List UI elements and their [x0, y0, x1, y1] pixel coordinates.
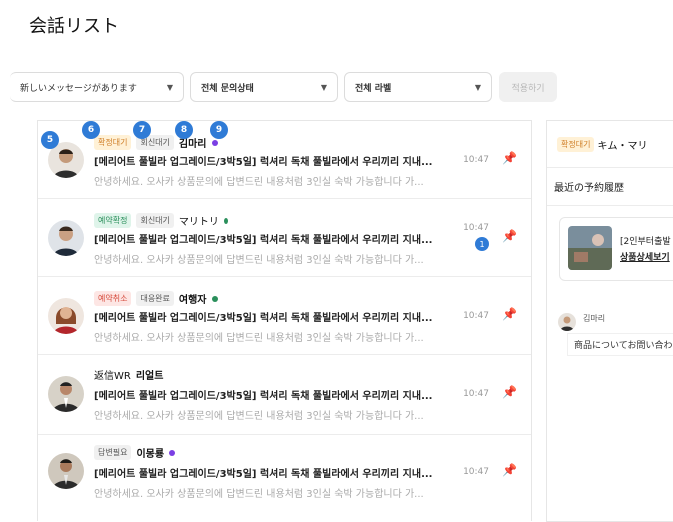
conversation-subject: [메리어트 풀빌라 업그레이드/3박5일] 럭셔리 독채 풀빌라에서 우리끼리 …	[94, 469, 433, 480]
conversation-detail-panel: 확정대기 キム・マリ 最近の予約履歴 [2인부터출발 상품상세보기 김마리 商品…	[546, 120, 673, 522]
conversation-row[interactable]: 확정대기 회신대기 김마리 [메리어트 풀빌라 업그레이드/3박5일] 럭셔리 …	[38, 121, 531, 199]
conversation-subject: [메리어트 풀빌라 업그레이드/3박5일] 럭셔리 독채 풀빌라에서 우리끼리 …	[94, 235, 433, 246]
divider	[547, 167, 673, 168]
unread-count-badge: 1	[475, 237, 489, 251]
avatar	[48, 453, 84, 489]
status-tag: 확정대기	[94, 135, 132, 150]
avatar	[48, 298, 84, 334]
chevron-down-icon: ▼	[474, 82, 481, 92]
message-bubble: 商品についてお問い合わ	[567, 333, 673, 356]
conversation-time: 10:47	[463, 467, 489, 477]
status-tag: 대응완료	[136, 291, 174, 306]
chevron-down-icon: ▼	[320, 82, 327, 92]
annotation-badge: 5	[41, 131, 59, 149]
conversation-subject: [메리어트 풀빌라 업그레이드/3박5일] 럭셔리 독채 풀빌라에서 우리끼리 …	[94, 157, 433, 168]
status-filter-select[interactable]: 전체 문의상태 ▼	[190, 72, 338, 102]
pin-icon[interactable]: 📌	[502, 151, 517, 165]
status-tag: 확정대기	[557, 137, 595, 152]
conversation-row[interactable]: 답변필요 이몽룡 [메리어트 풀빌라 업그레이드/3박5일] 럭셔리 독채 풀빌…	[38, 435, 531, 521]
tag-group: 확정대기 회신대기 김마리	[94, 135, 218, 150]
customer-name: 리얼트	[135, 371, 164, 382]
product-detail-link[interactable]: 상품상세보기	[620, 250, 670, 263]
avatar	[48, 220, 84, 256]
conversation-row[interactable]: 예약취소 대응완료 여행자 [메리어트 풀빌라 업그레이드/3박5일] 럭셔리 …	[38, 277, 531, 355]
detail-customer-name: キム・マリ	[597, 141, 648, 152]
pin-icon[interactable]: 📌	[502, 307, 517, 321]
message-author: 김마리	[583, 314, 606, 323]
annotation-badge: 9	[210, 121, 228, 139]
message-filter-select[interactable]: 新しいメッセージがあります ▼	[10, 72, 184, 102]
avatar	[48, 376, 84, 412]
pin-icon[interactable]: 📌	[502, 229, 517, 243]
conversation-preview: 안녕하세요. 오사카 상품문의에 답변드린 내용처럼 3인실 숙박 가능합니다 …	[94, 489, 424, 500]
annotation-badge: 6	[82, 121, 100, 139]
pin-icon[interactable]: 📌	[502, 463, 517, 477]
chevron-down-icon: ▼	[166, 82, 173, 92]
conversation-row[interactable]: 예약확정 회신대기 マリトリ [메리어트 풀빌라 업그레이드/3박5일] 럭셔리…	[38, 199, 531, 277]
online-dot	[223, 217, 228, 224]
customer-name: マリトリ	[178, 217, 219, 228]
conversation-time: 10:47	[463, 389, 489, 399]
pin-icon[interactable]: 📌	[502, 385, 517, 399]
status-tag: 예약취소	[94, 291, 132, 306]
status-tag: 예약확정	[94, 213, 132, 228]
booking-thumbnail	[568, 226, 612, 270]
conversation-preview: 안녕하세요. 오사카 상품문의에 답변드린 내용처럼 3인실 숙박 가능합니다 …	[94, 333, 424, 344]
annotation-badge: 7	[133, 121, 151, 139]
tag-group: 답변필요 이몽룡	[94, 445, 176, 460]
online-dot	[169, 449, 176, 456]
conversation-time: 10:47	[463, 223, 489, 233]
conversation-subject: [메리어트 풀빌라 업그레이드/3박5일] 럭셔리 독채 풀빌라에서 우리끼리 …	[94, 391, 433, 402]
conversation-list: 확정대기 회신대기 김마리 [메리어트 풀빌라 업그레이드/3박5일] 럭셔리 …	[37, 120, 532, 521]
conversation-preview: 안녕하세요. 오사카 상품문의에 답변드린 내용처럼 3인실 숙박 가능합니다 …	[94, 177, 424, 188]
booking-card[interactable]: [2인부터출발 상품상세보기	[559, 217, 673, 281]
annotation-badge: 8	[175, 121, 193, 139]
conversation-preview: 안녕하세요. 오사카 상품문의에 답변드린 내용처럼 3인실 숙박 가능합니다 …	[94, 411, 424, 422]
tag-group: 返信WR 리얼트	[94, 367, 163, 382]
online-dot	[211, 295, 218, 302]
label-filter-value: 전체 라벨	[355, 83, 392, 94]
message-filter-value: 新しいメッセージがあります	[20, 83, 137, 94]
tag-group: 예약확정 회신대기 マリトリ	[94, 213, 228, 228]
conversation-subject: [메리어트 풀빌라 업그레이드/3박5일] 럭셔리 독채 풀빌라에서 우리끼리 …	[94, 313, 433, 324]
conversation-time: 10:47	[463, 311, 489, 321]
detail-header: 확정대기 キム・マリ	[557, 137, 647, 152]
avatar	[558, 313, 576, 331]
divider	[547, 205, 673, 206]
customer-name: 여행자	[178, 295, 207, 306]
recent-bookings-title: 最近の予約履歴	[554, 183, 624, 194]
conversation-time: 10:47	[463, 155, 489, 165]
status-tag: 返信WR	[94, 371, 131, 382]
booking-title: [2인부터출발	[620, 237, 671, 247]
tag-group: 예약취소 대응완료 여행자	[94, 291, 218, 306]
status-tag: 회신대기	[136, 213, 174, 228]
customer-name: 이몽룡	[136, 449, 165, 460]
conversation-preview: 안녕하세요. 오사카 상품문의에 답변드린 내용처럼 3인실 숙박 가능합니다 …	[94, 255, 424, 266]
online-dot	[211, 139, 218, 146]
label-filter-select[interactable]: 전체 라벨 ▼	[344, 72, 492, 102]
status-tag: 답변필요	[94, 445, 132, 460]
status-filter-value: 전체 문의상태	[201, 83, 254, 94]
page-title: 会話リスト	[29, 16, 119, 37]
apply-button[interactable]: 적용하기	[499, 72, 557, 102]
conversation-row[interactable]: 返信WR 리얼트 [메리어트 풀빌라 업그레이드/3박5일] 럭셔리 독채 풀빌…	[38, 355, 531, 435]
